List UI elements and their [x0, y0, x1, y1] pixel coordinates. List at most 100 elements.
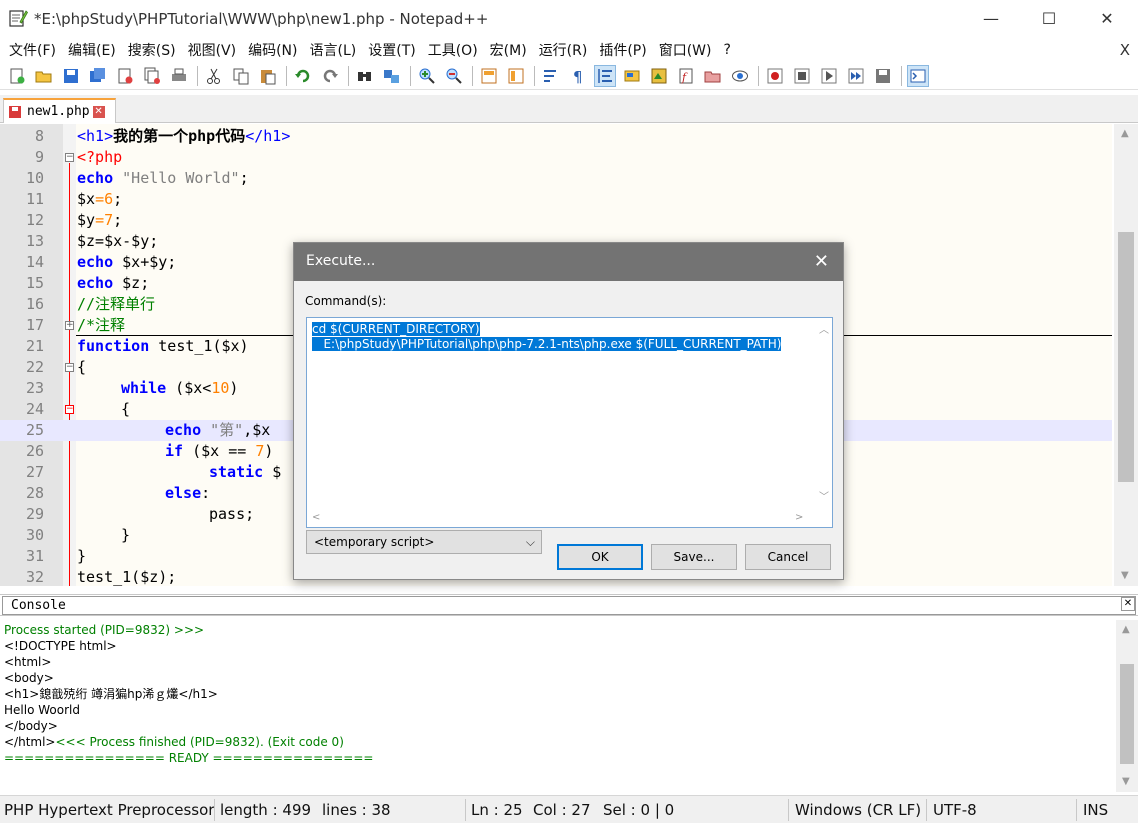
document-map-icon[interactable]	[648, 65, 670, 87]
toolbar-separator	[197, 65, 198, 86]
save-icon[interactable]	[60, 65, 82, 87]
replace-icon[interactable]	[381, 65, 403, 87]
redo-icon[interactable]	[319, 65, 341, 87]
scroll-right-arrow[interactable]: >	[795, 512, 803, 523]
scroll-up-arrow[interactable]: ▲	[1122, 624, 1130, 635]
new-file-icon[interactable]	[6, 65, 28, 87]
console-line: <body>	[4, 671, 54, 685]
chevron-down-icon: ⌵	[525, 535, 535, 549]
status-language: PHP Hypertext Preprocessor	[4, 801, 215, 819]
execute-dialog: Execute... ✕ Command(s): cd $(CURRENT_DI…	[293, 242, 844, 580]
commands-label: Command(s):	[305, 294, 387, 308]
menu-plugins[interactable]: 插件(P)	[594, 40, 651, 60]
undo-icon[interactable]	[292, 65, 314, 87]
ok-button[interactable]: OK	[557, 544, 643, 570]
console-vertical-scrollbar[interactable]: ▲ ▼	[1116, 620, 1138, 792]
cut-icon[interactable]	[203, 65, 225, 87]
copy-icon[interactable]	[230, 65, 252, 87]
dialog-title: Execute...	[306, 253, 376, 269]
console-line: <html>	[4, 655, 52, 669]
menu-view[interactable]: 视图(V)	[183, 40, 242, 60]
scrollbar-thumb[interactable]	[1118, 232, 1134, 482]
word-wrap-icon[interactable]	[540, 65, 562, 87]
maximize-button[interactable]: ☐	[1020, 0, 1078, 36]
close-button[interactable]: ✕	[1078, 0, 1136, 36]
console-toggle-icon[interactable]	[907, 64, 929, 87]
save-all-icon[interactable]	[87, 65, 109, 87]
zoom-out-icon[interactable]	[443, 65, 465, 87]
console-output[interactable]: Process started (PID=9832) >>> <!DOCTYPE…	[0, 620, 1138, 792]
close-document-button[interactable]: X	[1120, 41, 1130, 59]
show-all-chars-icon[interactable]: ¶	[567, 65, 589, 87]
scroll-up-arrow[interactable]: ︿	[819, 321, 829, 336]
cancel-button[interactable]: Cancel	[745, 544, 831, 570]
editor-vertical-scrollbar[interactable]: ▲ ▼	[1114, 124, 1138, 586]
tab-new1-php[interactable]: new1.php ✕	[3, 98, 116, 123]
notepad-window: *E:\phpStudy\PHPTutorial\WWW\php\new1.ph…	[0, 0, 1138, 823]
toolbar: ¶ f	[0, 62, 1138, 90]
menu-settings[interactable]: 设置(T)	[363, 40, 420, 60]
status-separator	[214, 799, 215, 821]
console-line: <!DOCTYPE html>	[4, 639, 117, 653]
menu-macro[interactable]: 宏(M)	[485, 40, 532, 60]
sync-horizontal-icon[interactable]	[505, 65, 527, 87]
fold-toggle[interactable]: −	[65, 363, 74, 372]
dialog-close-button[interactable]: ✕	[814, 251, 829, 272]
menu-encoding[interactable]: 编码(N)	[243, 40, 302, 60]
close-all-icon[interactable]	[141, 65, 163, 87]
record-macro-icon[interactable]	[764, 65, 786, 87]
save-button[interactable]: Save...	[651, 544, 737, 570]
stop-macro-icon[interactable]	[791, 65, 813, 87]
script-select[interactable]: <temporary script> ⌵	[306, 530, 542, 554]
menu-language[interactable]: 语言(L)	[305, 40, 362, 60]
fold-toggle[interactable]: +	[65, 321, 74, 330]
window-title: *E:\phpStudy\PHPTutorial\WWW\php\new1.ph…	[34, 10, 489, 28]
scroll-up-arrow[interactable]: ▲	[1121, 128, 1129, 139]
status-bar: PHP Hypertext Preprocessor length : 499 …	[0, 795, 1138, 823]
notepad-app-icon	[9, 10, 28, 27]
function-list-icon[interactable]: f	[675, 65, 697, 87]
menu-run[interactable]: 运行(R)	[534, 40, 593, 60]
toolbar-separator	[348, 65, 349, 86]
dialog-title-bar: Execute... ✕	[294, 243, 843, 281]
run-macro-multiple-icon[interactable]	[845, 65, 867, 87]
commands-horizontal-scrollbar[interactable]: < >	[307, 510, 814, 527]
commands-vertical-scrollbar[interactable]: ︿ ﹀	[814, 318, 832, 527]
toolbar-separator	[286, 65, 287, 86]
command-line: E:\phpStudy\PHPTutorial\php\php-7.2.1-nt…	[312, 337, 782, 351]
menu-edit[interactable]: 编辑(E)	[63, 40, 121, 60]
minimize-button[interactable]: —	[962, 0, 1020, 36]
fold-toggle[interactable]: −	[65, 153, 74, 162]
save-macro-icon[interactable]	[872, 65, 894, 87]
menu-tools[interactable]: 工具(O)	[423, 40, 483, 60]
commands-textarea[interactable]: cd $(CURRENT_DIRECTORY) E:\phpStudy\PHPT…	[306, 317, 833, 528]
print-icon[interactable]	[168, 65, 190, 87]
zoom-in-icon[interactable]	[416, 65, 438, 87]
folder-workspace-icon[interactable]	[702, 65, 724, 87]
menu-search[interactable]: 搜索(S)	[123, 40, 181, 60]
scroll-left-arrow[interactable]: <	[312, 512, 320, 523]
menu-help[interactable]: ?	[719, 42, 736, 58]
user-defined-lang-icon[interactable]	[621, 65, 643, 87]
fold-toggle[interactable]: −	[65, 405, 74, 414]
scroll-down-arrow[interactable]: ▼	[1122, 776, 1130, 787]
console-line: ================ READY ================	[4, 751, 374, 765]
sync-vertical-icon[interactable]	[478, 65, 500, 87]
play-macro-icon[interactable]	[818, 65, 840, 87]
indent-guide-icon[interactable]	[594, 64, 616, 87]
paste-icon[interactable]	[257, 65, 279, 87]
status-encoding: UTF-8	[933, 801, 977, 819]
menu-window[interactable]: 窗口(W)	[654, 40, 717, 60]
code-line: 9 <?php	[34, 148, 123, 166]
tab-close-button[interactable]: ✕	[92, 105, 105, 118]
console-close-button[interactable]: ✕	[1121, 597, 1135, 611]
scroll-down-arrow[interactable]: ﹀	[819, 488, 829, 503]
scrollbar-thumb[interactable]	[1120, 664, 1134, 764]
menu-file[interactable]: 文件(F)	[4, 40, 61, 60]
close-file-icon[interactable]	[114, 65, 136, 87]
find-icon[interactable]	[354, 65, 376, 87]
monitoring-icon[interactable]	[729, 65, 751, 87]
scroll-down-arrow[interactable]: ▼	[1121, 570, 1129, 581]
open-file-icon[interactable]	[33, 65, 55, 87]
console-title: Console	[2, 596, 1136, 615]
